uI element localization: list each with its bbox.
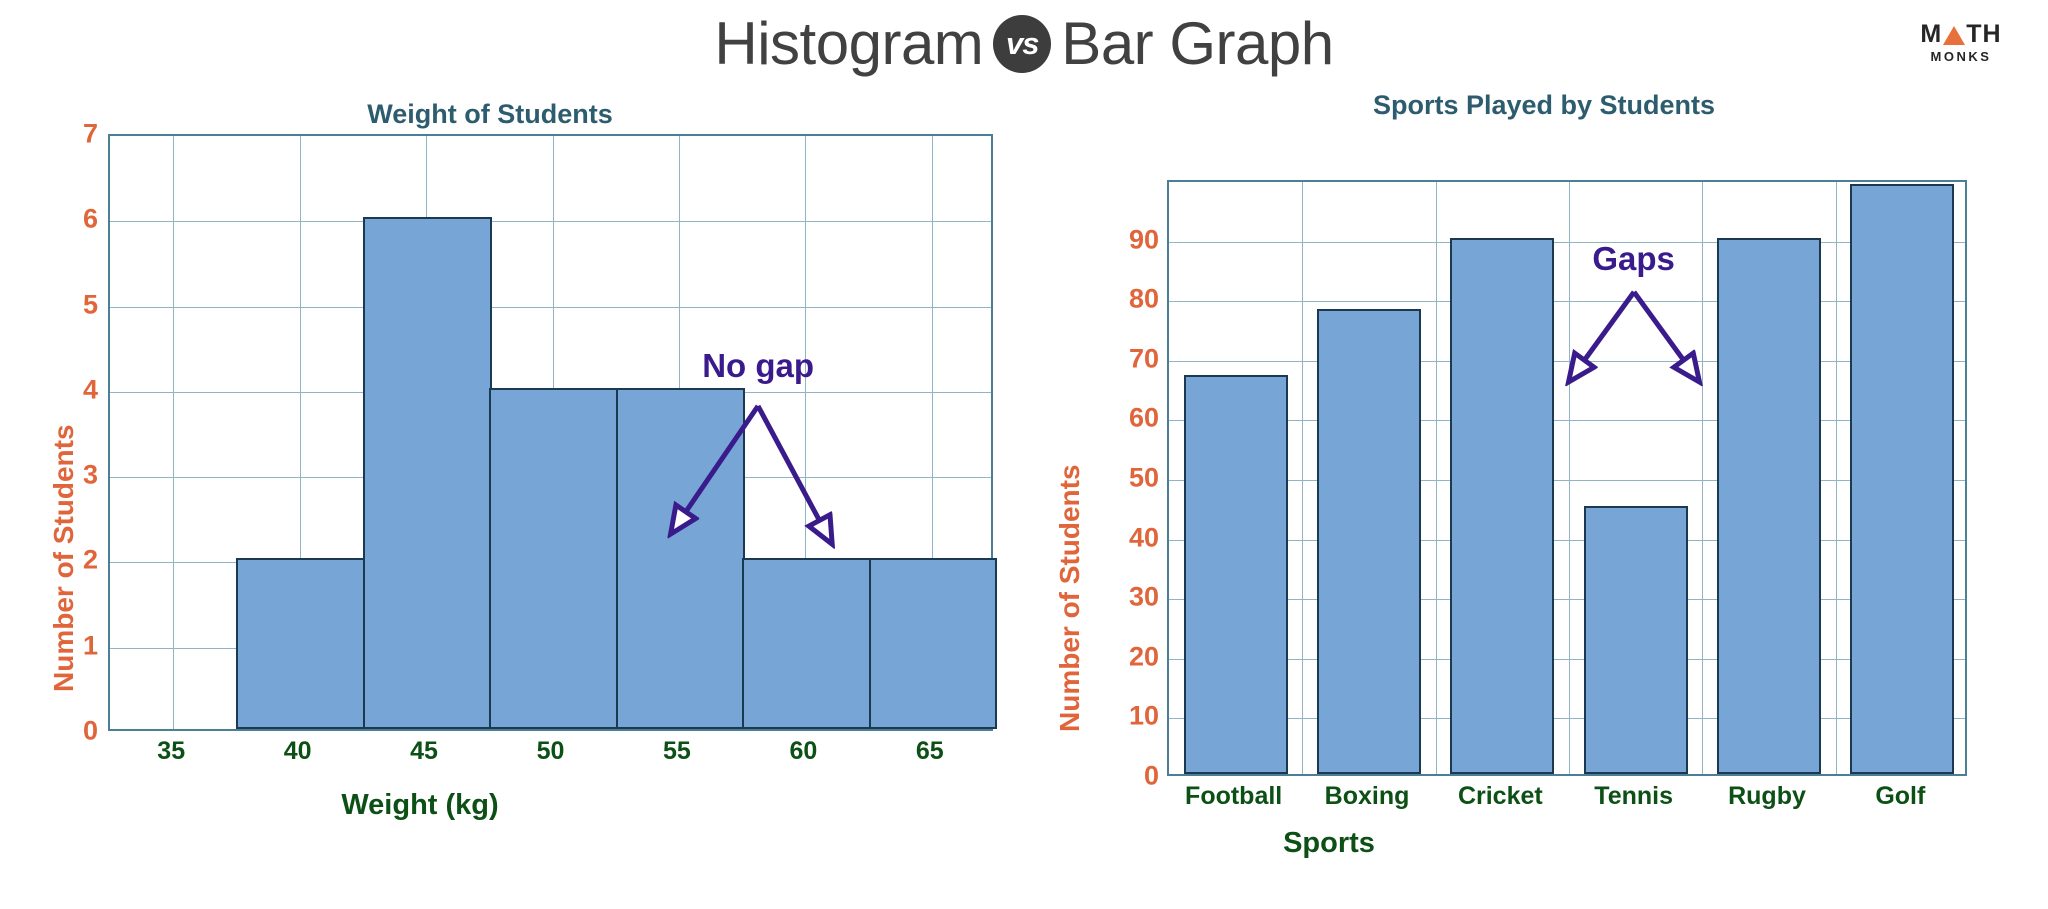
- gridline-horizontal: [1169, 420, 1965, 422]
- gridline-vertical: [1435, 182, 1437, 774]
- gridline-vertical: [1302, 182, 1304, 774]
- gridline-horizontal: [1169, 480, 1965, 481]
- gridline-vertical: [1835, 182, 1837, 774]
- bargraph-chart: Sports Played by Students Number of Stud…: [1024, 90, 2048, 909]
- histogram-title: Weight of Students: [367, 99, 613, 129]
- gridline-horizontal: [1169, 539, 1965, 541]
- bargraph-gaps-arrows: [1514, 290, 1754, 418]
- histogram-y-tick-label: 4: [82, 374, 98, 405]
- bargraph-y-tick-label: 90: [1128, 224, 1159, 255]
- logo-wordmark-top: M TH: [1896, 22, 2026, 47]
- histogram-y-tick-label: 1: [82, 630, 98, 661]
- gridline-horizontal: [1169, 718, 1965, 720]
- bargraph-plot-area: [1167, 180, 1967, 776]
- histogram-x-tick-label: 60: [789, 737, 818, 765]
- gridline-horizontal: [1169, 658, 1965, 660]
- histogram-x-tick-label: 35: [157, 737, 186, 765]
- histogram-y-tick-label: 6: [82, 203, 98, 234]
- histogram-x-axis-title: Weight (kg): [341, 789, 499, 821]
- page-title-right: Bar Graph: [1061, 10, 1334, 77]
- logo-letters-th: TH: [1966, 20, 2002, 48]
- logo-wordmark-bottom: MONKS: [1930, 49, 1992, 64]
- bargraph-y-tick-label: 40: [1128, 522, 1159, 553]
- histogram-y-tick-label: 3: [82, 459, 98, 490]
- histogram-x-tick-label: 65: [915, 737, 944, 765]
- histogram-no-gap-arrows: [598, 404, 918, 632]
- bargraph-x-tick-label: Boxing: [1324, 782, 1410, 810]
- histogram-y-tick-label: 0: [82, 715, 98, 746]
- histogram-x-ticks: 35 40 45 50 55 60 65: [108, 737, 993, 777]
- histogram-annotation-label: No gap: [702, 347, 815, 384]
- bargraph-x-tick-label: Cricket: [1457, 782, 1543, 810]
- vs-badge: vs: [993, 15, 1052, 73]
- logo-letter-m: M: [1920, 20, 1943, 48]
- bargraph-y-tick-label: 80: [1128, 283, 1159, 314]
- histogram-bar: [236, 558, 366, 729]
- bargraph-y-tick-label: 60: [1128, 402, 1159, 433]
- histogram-x-tick-label: 40: [283, 737, 312, 765]
- gridline-vertical: [1569, 182, 1570, 774]
- gridline-vertical: [1702, 182, 1704, 774]
- page-title: Histogram vs Bar Graph: [0, 4, 2048, 84]
- histogram-x-tick-label: 45: [410, 737, 438, 765]
- bargraph-y-tick-label: 70: [1128, 343, 1159, 374]
- bargraph-x-ticks: Football Boxing Cricket Tennis Rugby Golf: [1167, 782, 1967, 822]
- histogram-y-tick-label: 5: [82, 289, 98, 320]
- bargraph-bar: [1583, 505, 1688, 774]
- bargraph-annotation-label: Gaps: [1592, 240, 1675, 277]
- histogram-y-ticks: 0 1 2 3 4 5 6 7: [30, 119, 98, 746]
- bargraph-y-tick-label: 30: [1128, 581, 1159, 612]
- bargraph-y-tick-label: 20: [1128, 641, 1159, 672]
- bargraph-x-axis-title: Sports: [1283, 827, 1375, 859]
- bargraph-x-tick-label: Rugby: [1728, 782, 1806, 810]
- bargraph-x-tick-label: Tennis: [1594, 782, 1674, 810]
- bargraph-y-ticks: 0 10 20 30 40 50 60 70 80 90: [1074, 180, 1159, 790]
- histogram-x-tick-label: 55: [663, 737, 691, 765]
- bargraph-x-tick-label: Golf: [1875, 782, 1926, 810]
- gridline-horizontal: [1169, 241, 1965, 243]
- bargraph-bar: [1317, 309, 1421, 774]
- bargraph-bar: [1183, 374, 1288, 774]
- gridline-vertical: [173, 136, 175, 729]
- mathmonks-logo: M TH MONKS: [1896, 22, 2026, 64]
- page-header: Histogram vs Bar Graph M TH MONKS: [0, 0, 2048, 92]
- histogram-x-tick-label: 50: [536, 737, 565, 765]
- page-title-left: Histogram: [714, 10, 984, 77]
- triangle-icon: [1943, 26, 1966, 45]
- bargraph-bar: [1850, 183, 1955, 774]
- gridline-horizontal: [1169, 599, 1965, 601]
- bargraph-y-tick-label: 50: [1128, 462, 1159, 493]
- histogram-chart: Weight of Students Number of Students 01…: [0, 92, 1024, 909]
- bargraph-y-tick-label: 0: [1143, 760, 1159, 791]
- gridline-horizontal: [110, 306, 991, 308]
- histogram-y-tick-label: 2: [82, 544, 98, 575]
- bargraph-title: Sports Played by Students: [1372, 90, 1716, 120]
- bargraph-y-tick-label: 10: [1128, 700, 1159, 731]
- gridline-horizontal: [110, 221, 991, 223]
- histogram-y-tick-label: 7: [82, 118, 98, 149]
- bargraph-x-tick-label: Football: [1185, 782, 1283, 810]
- histogram-bar: [362, 217, 492, 729]
